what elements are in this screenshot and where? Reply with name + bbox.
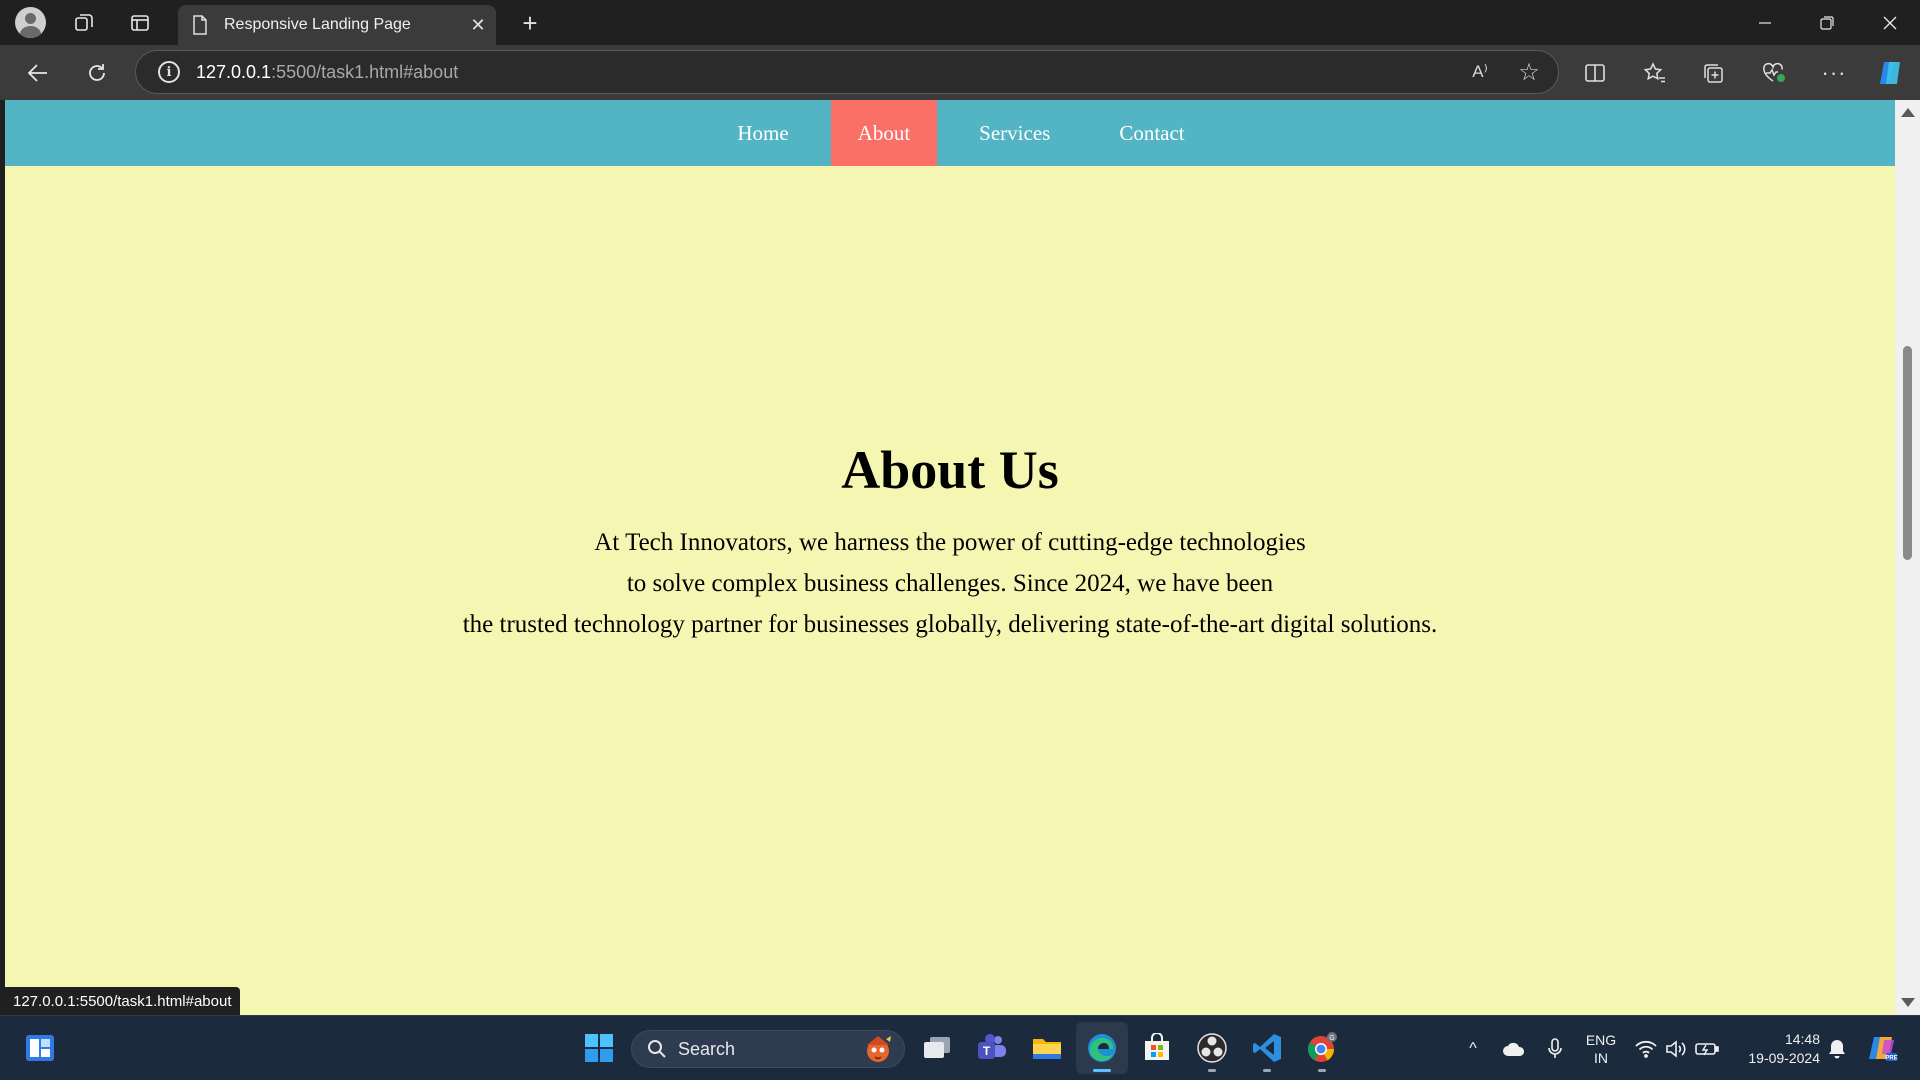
- url-host: 127.0.0.1: [196, 61, 272, 82]
- running-indicator: [1318, 1069, 1326, 1072]
- page-scrollbar[interactable]: [1895, 100, 1920, 1015]
- page-icon: [190, 15, 210, 35]
- volume-icon[interactable]: [1662, 1016, 1690, 1080]
- nav-link-home[interactable]: Home: [710, 100, 815, 166]
- obs-icon[interactable]: [1186, 1022, 1238, 1074]
- about-heading: About Us: [841, 440, 1059, 500]
- site-info-icon[interactable]: i: [158, 61, 180, 83]
- url-text[interactable]: 127.0.0.1:5500/task1.html#about: [196, 62, 1460, 83]
- browser-toolbar: i 127.0.0.1:5500/task1.html#about A⁾ ☆ ·…: [0, 45, 1920, 100]
- start-icon[interactable]: [573, 1022, 625, 1074]
- wifi-icon[interactable]: [1632, 1016, 1660, 1080]
- back-icon[interactable]: [16, 45, 60, 100]
- favorites-icon[interactable]: [1631, 45, 1679, 100]
- close-tab-icon[interactable]: ✕: [460, 15, 496, 36]
- nav-link-services[interactable]: Services: [952, 100, 1077, 166]
- nav-link-about[interactable]: About: [830, 100, 938, 166]
- clock[interactable]: 14:48 19-09-2024: [1728, 1016, 1820, 1080]
- read-aloud-icon[interactable]: A⁾: [1460, 62, 1500, 82]
- about-line: At Tech Innovators, we harness the power…: [594, 529, 1306, 556]
- search-icon: [646, 1038, 668, 1060]
- active-tab[interactable]: Responsive Landing Page ✕: [178, 5, 496, 45]
- language-indicator[interactable]: ENG IN: [1578, 1016, 1624, 1080]
- notifications-icon[interactable]: [1824, 1016, 1850, 1080]
- vscode-icon[interactable]: [1241, 1022, 1293, 1074]
- minimize-icon[interactable]: [1735, 0, 1795, 45]
- nav-menu: Home About Services Contact: [710, 100, 1211, 166]
- search-highlight-icon: [858, 1032, 898, 1066]
- chrome-icon[interactable]: G: [1296, 1022, 1348, 1074]
- new-tab-button[interactable]: +: [514, 6, 546, 40]
- browser-essentials-icon[interactable]: [1750, 45, 1798, 100]
- copilot-icon[interactable]: [1866, 45, 1914, 100]
- running-indicator: [1208, 1069, 1216, 1072]
- windows-taskbar: Search T G ^ ENG IN 14:48 19-09-2024 PRE: [0, 1015, 1920, 1080]
- scroll-thumb[interactable]: [1903, 346, 1912, 560]
- edge-icon[interactable]: [1076, 1022, 1128, 1074]
- store-icon[interactable]: [1131, 1022, 1183, 1074]
- task-view-icon[interactable]: [911, 1022, 963, 1074]
- onedrive-icon[interactable]: [1498, 1016, 1530, 1080]
- tab-title: Responsive Landing Page: [224, 16, 411, 33]
- active-indicator: [1093, 1069, 1111, 1072]
- workspaces-icon[interactable]: [68, 0, 100, 45]
- browser-title-bar: Responsive Landing Page ✕ +: [0, 0, 1920, 45]
- svg-text:PRE: PRE: [1885, 1055, 1897, 1061]
- profile-icon[interactable]: [12, 0, 48, 45]
- about-line: the trusted technology partner for busin…: [462, 611, 1438, 638]
- collections-icon[interactable]: [1690, 45, 1738, 100]
- file-explorer-icon[interactable]: [1021, 1022, 1073, 1074]
- scroll-up-icon[interactable]: [1901, 108, 1915, 117]
- about-section: About Us At Tech Innovators, we harness …: [5, 438, 1895, 645]
- nav-link-contact[interactable]: Contact: [1092, 100, 1211, 166]
- reload-icon[interactable]: [75, 45, 119, 100]
- search-label: Search: [678, 1038, 736, 1059]
- page-viewport: Home About Services Contact About Us At …: [5, 100, 1895, 1015]
- about-line: to solve complex business challenges. Si…: [626, 570, 1274, 597]
- close-window-icon[interactable]: [1860, 0, 1920, 45]
- about-paragraph: At Tech Innovators, we harness the power…: [5, 522, 1895, 645]
- address-bar[interactable]: i 127.0.0.1:5500/task1.html#about A⁾ ☆: [135, 50, 1559, 94]
- teams-icon[interactable]: T: [966, 1022, 1018, 1074]
- battery-icon[interactable]: [1692, 1016, 1722, 1080]
- svg-text:T: T: [983, 1044, 991, 1058]
- clock-date: 19-09-2024: [1748, 1049, 1820, 1066]
- running-indicator: [1263, 1069, 1271, 1072]
- link-status-bar: 127.0.0.1:5500/task1.html#about: [5, 987, 240, 1015]
- region-code: IN: [1594, 1049, 1608, 1066]
- clock-time: 14:48: [1784, 1030, 1820, 1047]
- show-hidden-icons-icon[interactable]: ^: [1458, 1016, 1488, 1080]
- taskbar-search-box[interactable]: Search: [631, 1030, 905, 1068]
- url-path: :5500/task1.html#about: [271, 61, 459, 82]
- svg-text:G: G: [1329, 1035, 1334, 1042]
- more-options-icon[interactable]: ···: [1810, 45, 1858, 100]
- restore-icon[interactable]: [1797, 0, 1857, 45]
- tab-actions-icon[interactable]: [124, 0, 156, 45]
- site-navbar: Home About Services Contact: [5, 100, 1895, 166]
- language-code: ENG: [1585, 1031, 1617, 1048]
- microphone-icon[interactable]: [1540, 1016, 1570, 1080]
- copilot-taskbar-icon[interactable]: PRE: [1862, 1016, 1902, 1080]
- split-screen-icon[interactable]: [1571, 45, 1619, 100]
- widgets-icon[interactable]: [14, 1022, 66, 1074]
- scroll-down-icon[interactable]: [1901, 998, 1915, 1007]
- favorite-star-icon[interactable]: ☆: [1500, 58, 1558, 87]
